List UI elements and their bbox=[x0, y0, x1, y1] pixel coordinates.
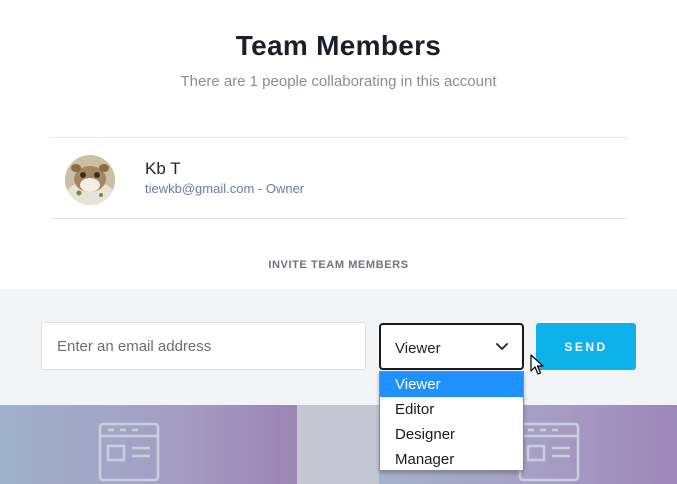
role-option-designer[interactable]: Designer bbox=[380, 422, 523, 447]
page-title: Team Members bbox=[235, 30, 442, 61]
member-row: Kb T tiewkb@gmail.com - Owner bbox=[50, 138, 628, 218]
send-button[interactable]: SEND bbox=[536, 323, 636, 370]
member-name: Kb T bbox=[145, 159, 181, 178]
avatar[interactable] bbox=[65, 155, 115, 205]
role-dropdown-menu: Viewer Editor Designer Manager bbox=[379, 371, 524, 471]
layout-template-icon bbox=[98, 422, 160, 482]
divider bbox=[50, 218, 628, 219]
role-select[interactable]: Viewer bbox=[379, 323, 524, 370]
member-email-role: tiewkb@gmail.com - Owner bbox=[145, 181, 305, 196]
template-cards bbox=[0, 405, 677, 484]
role-option-editor[interactable]: Editor bbox=[380, 397, 523, 422]
role-option-manager[interactable]: Manager bbox=[380, 447, 523, 472]
invite-heading: INVITE TEAM MEMBERS bbox=[268, 259, 409, 271]
role-select-value: Viewer bbox=[395, 340, 441, 357]
layout-template-icon bbox=[518, 422, 580, 482]
template-card[interactable] bbox=[0, 405, 297, 484]
template-card[interactable] bbox=[297, 405, 379, 484]
avatar-photo-icon bbox=[65, 155, 115, 205]
page-subtitle: There are 1 people collaborating in this… bbox=[180, 73, 497, 90]
mouse-pointer-icon bbox=[530, 354, 544, 375]
email-input[interactable] bbox=[41, 322, 366, 370]
role-option-viewer[interactable]: Viewer bbox=[380, 372, 523, 397]
chevron-down-icon bbox=[496, 343, 508, 350]
